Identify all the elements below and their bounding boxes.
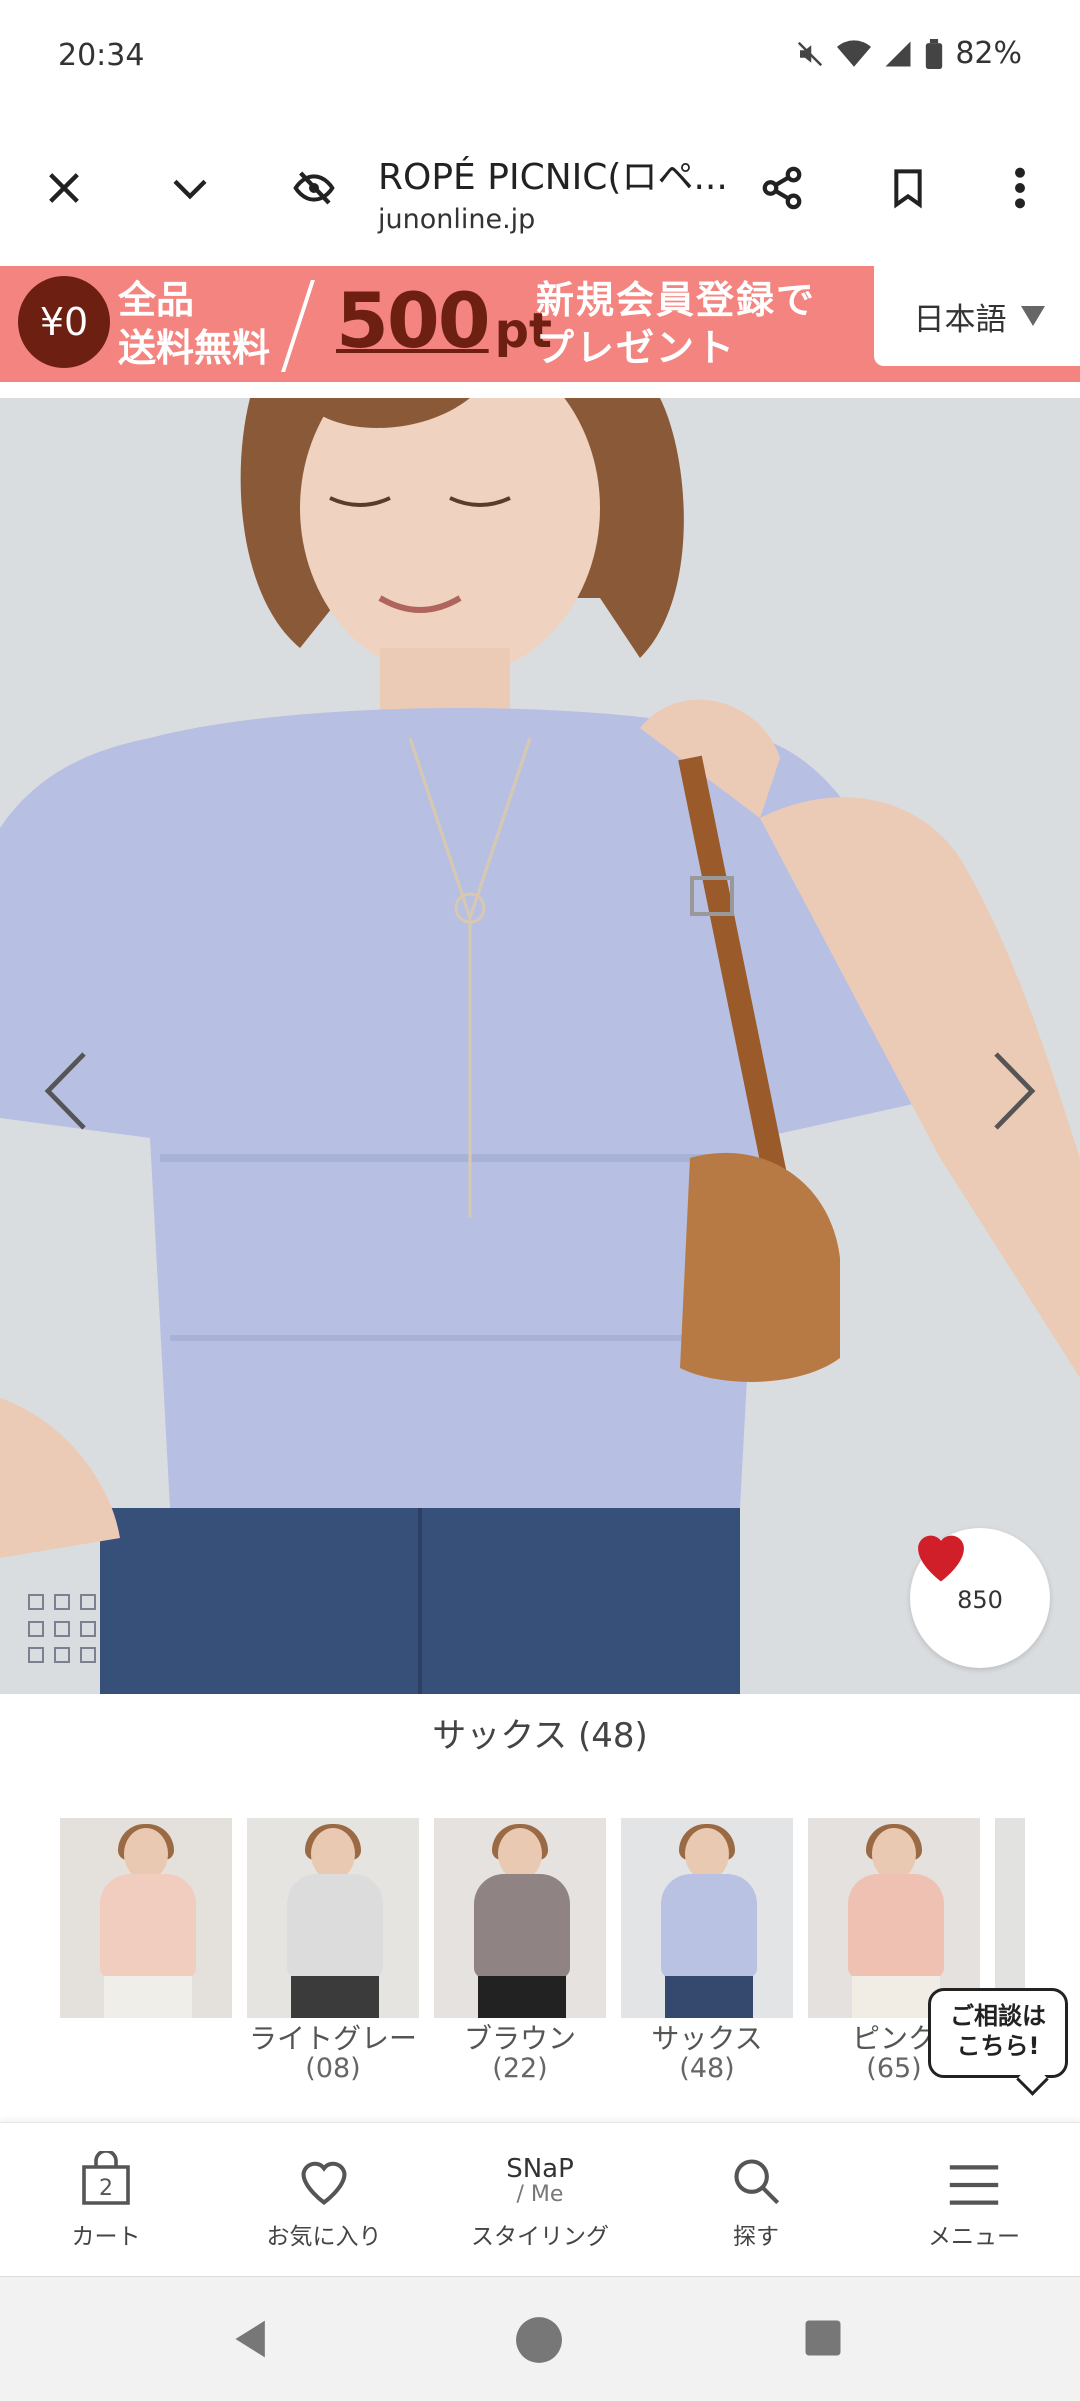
swatch-name: サックス [651,2022,763,2055]
battery-icon [926,38,943,69]
page-url[interactable]: junonline.jp [378,204,535,235]
nav-cart-label: カート [71,2224,141,2250]
status-icons: 82% [795,36,1022,71]
product-photo [0,398,1080,1694]
chat-support-bubble[interactable]: ご相談は こちら! [928,1988,1068,2078]
swatch-code: (22) [492,2053,548,2084]
bottom-nav: 2 カート お気に入り SNaP / Me スタイリング 探す メニュー [0,2122,1080,2277]
color-swatch[interactable]: ブラウン (22) [434,1818,606,2084]
nav-favorites-label: お気に入り [266,2224,382,2250]
color-swatch[interactable] [60,1818,232,2024]
close-icon[interactable] [26,150,102,226]
free-coin-badge: ¥0 [18,276,110,368]
bookmark-icon[interactable] [870,150,946,226]
favorite-button[interactable]: 850 [910,1528,1050,1668]
wifi-icon [837,39,872,67]
battery-percent: 82% [955,36,1022,71]
grid-view-icon[interactable] [28,1594,98,1664]
share-icon[interactable] [744,150,820,226]
status-time: 20:34 [58,38,145,73]
color-swatch[interactable]: ライトグレー (08) [247,1818,419,2084]
back-icon[interactable] [230,2317,274,2365]
cart-bag-icon: 2 [82,2151,130,2205]
nav-search-label: 探す [733,2224,779,2250]
home-icon[interactable] [514,2315,564,2369]
recents-icon[interactable] [802,2317,844,2363]
snap-logo-icon: SNaP / Me [506,2154,574,2207]
heart-outline-icon [301,2161,347,2205]
dropdown-triangle-icon [1020,306,1045,326]
heart-icon [918,1535,964,1582]
swatch-image [434,1818,606,2018]
swatch-code: (48) [679,2053,735,2084]
more-vert-icon[interactable] [982,150,1058,226]
points-amount: 500 pt [336,276,552,365]
language-label: 日本語 [913,301,1007,338]
swatch-name: ブラウン [463,2022,576,2055]
swatch-code: (08) [305,2053,361,2084]
nav-menu[interactable]: メニュー [884,2143,1064,2251]
nav-search[interactable]: 探す [666,2143,846,2251]
search-icon [734,2159,780,2205]
system-nav-bar [0,2276,1080,2401]
color-swatch-selected[interactable]: サックス (48) [621,1818,793,2084]
chevron-down-icon[interactable] [152,150,228,226]
page-title[interactable]: ROPÉ PICNIC(ロペ... [378,148,728,200]
nav-styling-label: スタイリング [471,2224,609,2250]
swatch-image [247,1818,419,2018]
selected-color-label: サックス (48) [432,1716,648,1756]
signup-promo-text: 新規会員登録で プレゼント [536,278,817,370]
mute-icon [798,41,823,66]
swatch-image [621,1818,793,2018]
nav-cart[interactable]: 2 カート [16,2143,196,2251]
hamburger-menu-icon [949,2165,999,2205]
prev-image-arrow[interactable] [36,1046,96,1136]
nav-styling[interactable]: SNaP / Me スタイリング [450,2143,630,2251]
nav-favorites[interactable]: お気に入り [234,2143,414,2251]
color-swatch-list: ライトグレー (08) ブラウン (22) サックス (48) ピンク (65) [60,1818,1060,2098]
swatch-image [60,1818,232,2018]
signal-icon [885,41,911,66]
free-shipping-text: 全品 送料無料 [118,278,271,370]
promo-banner[interactable]: ¥0 全品 送料無料 500 pt 新規会員登録で プレゼント 日本語 [0,266,1080,382]
svg-text:2: 2 [99,2176,113,2201]
status-bar: 20:34 82% [0,0,1080,120]
language-selector[interactable]: 日本語 [874,266,1080,366]
browser-toolbar: ROPÉ PICNIC(ロペ... junonline.jp [0,120,1080,262]
swatch-name: ライトグレー [248,2022,417,2055]
banner-divider [281,280,315,372]
incognito-eye-icon[interactable] [276,150,352,226]
next-image-arrow[interactable] [984,1046,1044,1136]
favorite-count: 850 [957,1586,1003,1614]
product-image[interactable]: 850 [0,398,1080,1694]
nav-menu-label: メニュー [928,2224,1020,2250]
